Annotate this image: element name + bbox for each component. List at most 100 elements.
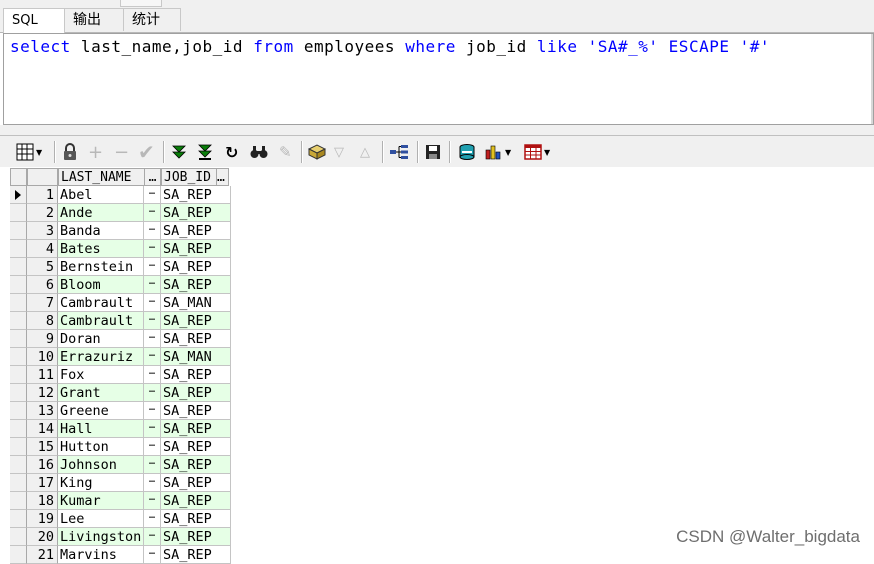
lock-button[interactable]: [62, 142, 78, 162]
cell-ellipsis-button[interactable]: …: [144, 294, 161, 312]
cell-job-id[interactable]: SA_REP: [161, 456, 231, 474]
grid-view-button[interactable]: ▼: [16, 142, 42, 162]
cell-ellipsis-button[interactable]: …: [144, 204, 161, 222]
row-indicator[interactable]: [10, 384, 27, 402]
row-indicator[interactable]: [10, 456, 27, 474]
cell-job-id[interactable]: SA_REP: [161, 240, 231, 258]
cell-job-id[interactable]: SA_MAN: [161, 294, 231, 312]
row-indicator[interactable]: [10, 294, 27, 312]
cell-last-name[interactable]: Lee: [58, 510, 144, 528]
row-indicator[interactable]: [10, 402, 27, 420]
table-row[interactable]: 1 Abel… SA_REP: [10, 186, 231, 204]
row-indicator[interactable]: [10, 276, 27, 294]
row-indicator[interactable]: [10, 420, 27, 438]
row-indicator[interactable]: [10, 330, 27, 348]
row-indicator[interactable]: [10, 240, 27, 258]
cell-ellipsis-button[interactable]: …: [144, 474, 161, 492]
cell-ellipsis-button[interactable]: …: [144, 240, 161, 258]
cell-ellipsis-button[interactable]: …: [144, 546, 161, 564]
filter-down-button[interactable]: ▽: [334, 142, 344, 162]
cell-job-id[interactable]: SA_REP: [161, 420, 231, 438]
cell-last-name[interactable]: King: [58, 474, 144, 492]
cell-job-id[interactable]: SA_REP: [161, 438, 231, 456]
table-row[interactable]: 5 Bernstein… SA_REP: [10, 258, 231, 276]
tab-output[interactable]: 输出: [64, 8, 124, 31]
tab-statistics[interactable]: 统计: [123, 8, 181, 31]
table-row[interactable]: 2 Ande… SA_REP: [10, 204, 231, 222]
cell-job-id[interactable]: SA_REP: [161, 222, 231, 240]
cell-job-id[interactable]: SA_REP: [161, 258, 231, 276]
cell-last-name[interactable]: Errazuriz: [58, 348, 144, 366]
table-row[interactable]: 21 Marvins… SA_REP: [10, 546, 231, 564]
cell-ellipsis-button[interactable]: …: [144, 438, 161, 456]
row-indicator[interactable]: [10, 366, 27, 384]
cell-last-name[interactable]: Kumar: [58, 492, 144, 510]
cell-ellipsis-button[interactable]: …: [144, 402, 161, 420]
table-row[interactable]: 18 Kumar… SA_REP: [10, 492, 231, 510]
cell-last-name[interactable]: Abel: [58, 186, 144, 204]
cell-job-id[interactable]: SA_REP: [161, 330, 231, 348]
cell-job-id[interactable]: SA_MAN: [161, 348, 231, 366]
chart-button[interactable]: ▼: [485, 142, 511, 162]
row-indicator[interactable]: [10, 348, 27, 366]
sql-editor[interactable]: select last_name,job_id from employees w…: [3, 33, 874, 125]
table-row[interactable]: 12 Grant… SA_REP: [10, 384, 231, 402]
cell-ellipsis-button[interactable]: …: [144, 330, 161, 348]
cell-job-id[interactable]: SA_REP: [161, 384, 231, 402]
cell-job-id[interactable]: SA_REP: [161, 366, 231, 384]
table-row[interactable]: 15 Hutton… SA_REP: [10, 438, 231, 456]
cell-last-name[interactable]: Hall: [58, 420, 144, 438]
cell-job-id[interactable]: SA_REP: [161, 402, 231, 420]
row-indicator[interactable]: [10, 492, 27, 510]
cell-last-name[interactable]: Fox: [58, 366, 144, 384]
export-tree-button[interactable]: [389, 142, 409, 162]
export-data-button[interactable]: [458, 142, 476, 162]
post-record-button[interactable]: ✔: [138, 140, 155, 164]
cell-job-id[interactable]: SA_REP: [161, 546, 231, 564]
add-record-button[interactable]: +: [88, 142, 103, 163]
fetch-last-button[interactable]: [197, 142, 213, 162]
cell-ellipsis-button[interactable]: …: [144, 384, 161, 402]
save-button[interactable]: [425, 142, 441, 162]
pane-splitter[interactable]: [0, 125, 874, 136]
table-row[interactable]: 11 Fox… SA_REP: [10, 366, 231, 384]
cell-ellipsis-button[interactable]: …: [144, 186, 161, 204]
cell-ellipsis-button[interactable]: …: [144, 222, 161, 240]
row-indicator[interactable]: [10, 258, 27, 276]
cell-ellipsis-button[interactable]: …: [144, 276, 161, 294]
cell-job-id[interactable]: SA_REP: [161, 186, 231, 204]
cell-last-name[interactable]: Ande: [58, 204, 144, 222]
cell-last-name[interactable]: Bloom: [58, 276, 144, 294]
table-row[interactable]: 10 Errazuriz… SA_MAN: [10, 348, 231, 366]
cell-ellipsis-button[interactable]: …: [144, 348, 161, 366]
row-indicator[interactable]: [10, 474, 27, 492]
table-row[interactable]: 16 Johnson… SA_REP: [10, 456, 231, 474]
row-indicator[interactable]: [10, 546, 27, 564]
cell-last-name[interactable]: Marvins: [58, 546, 144, 564]
cell-job-id[interactable]: SA_REP: [161, 492, 231, 510]
table-row[interactable]: 6 Bloom… SA_REP: [10, 276, 231, 294]
cell-last-name[interactable]: Bernstein: [58, 258, 144, 276]
splitter-nub[interactable]: [120, 0, 162, 7]
column-header-last-name-ellipsis[interactable]: …: [144, 168, 161, 186]
row-indicator[interactable]: [10, 312, 27, 330]
cell-last-name[interactable]: Livingston: [58, 528, 144, 546]
table-row[interactable]: 17 King… SA_REP: [10, 474, 231, 492]
cell-ellipsis-button[interactable]: …: [144, 456, 161, 474]
find-button[interactable]: [250, 142, 268, 162]
cell-job-id[interactable]: SA_REP: [161, 312, 231, 330]
cell-job-id[interactable]: SA_REP: [161, 474, 231, 492]
refresh-button[interactable]: ↻: [225, 142, 238, 162]
filter-up-button[interactable]: △: [360, 142, 370, 162]
table-view-button[interactable]: ▼: [524, 142, 550, 162]
cell-ellipsis-button[interactable]: …: [144, 258, 161, 276]
query-by-example-button[interactable]: [308, 142, 326, 162]
row-indicator[interactable]: [10, 510, 27, 528]
cell-last-name[interactable]: Cambrault: [58, 294, 144, 312]
cell-job-id[interactable]: SA_REP: [161, 276, 231, 294]
row-indicator[interactable]: [10, 528, 27, 546]
cell-job-id[interactable]: SA_REP: [161, 204, 231, 222]
cell-ellipsis-button[interactable]: …: [144, 312, 161, 330]
row-indicator[interactable]: [10, 438, 27, 456]
table-row[interactable]: 20 Livingston… SA_REP: [10, 528, 231, 546]
